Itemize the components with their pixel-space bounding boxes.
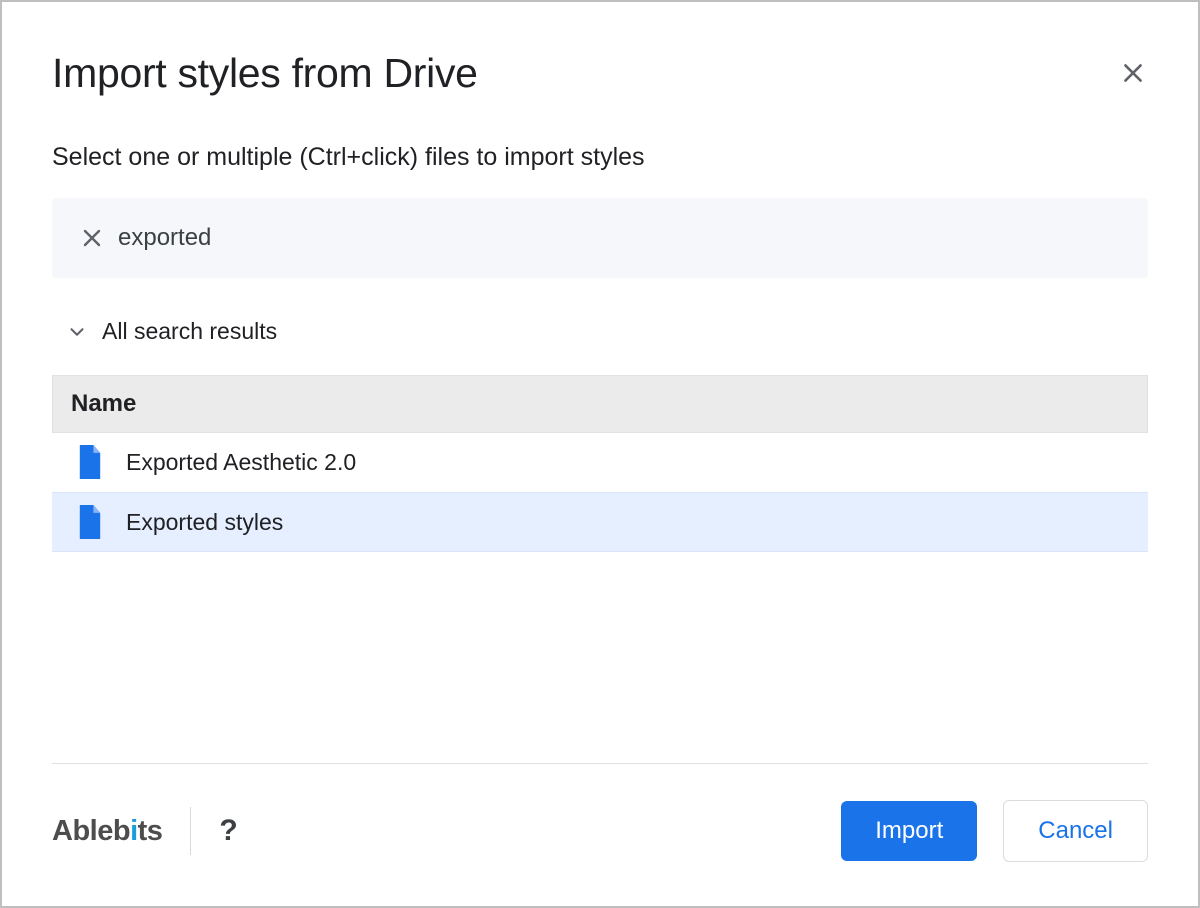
search-box (52, 198, 1148, 278)
close-button[interactable] (1114, 54, 1152, 92)
file-table: Name Exported Aesthetic 2.0 Exported sty… (52, 375, 1148, 552)
dialog-footer: Ablebits ? Import Cancel (52, 763, 1148, 862)
document-icon (76, 505, 104, 539)
results-toggle[interactable]: All search results (52, 318, 1148, 345)
brand-logo: Ablebits (52, 815, 162, 848)
brand-separator (190, 807, 191, 855)
import-styles-dialog: Import styles from Drive Select one or m… (2, 2, 1198, 906)
dialog-subtitle: Select one or multiple (Ctrl+click) file… (52, 143, 1148, 172)
clear-icon (80, 226, 104, 250)
help-button[interactable]: ? (219, 814, 237, 848)
file-row[interactable]: Exported styles (52, 492, 1148, 552)
clear-search-button[interactable] (74, 220, 110, 256)
close-icon (1120, 60, 1146, 86)
file-name: Exported styles (126, 509, 283, 536)
search-input[interactable] (118, 224, 1126, 252)
chevron-down-icon (66, 321, 88, 343)
footer-divider (52, 763, 1148, 764)
import-button[interactable]: Import (841, 801, 977, 861)
column-header-name[interactable]: Name (52, 375, 1148, 433)
dialog-header: Import styles from Drive (52, 50, 1148, 97)
file-name: Exported Aesthetic 2.0 (126, 449, 356, 476)
dialog-title: Import styles from Drive (52, 50, 478, 97)
cancel-button[interactable]: Cancel (1003, 800, 1148, 862)
results-header-label: All search results (102, 318, 277, 345)
file-row[interactable]: Exported Aesthetic 2.0 (52, 433, 1148, 492)
document-icon (76, 445, 104, 479)
